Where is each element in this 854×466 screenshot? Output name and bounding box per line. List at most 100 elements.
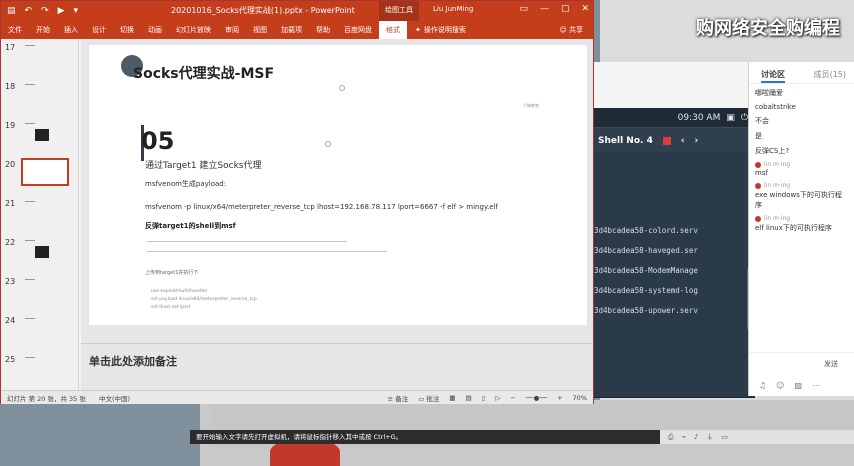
notes-divider[interactable]: [81, 343, 593, 344]
emoji-icon[interactable]: ☺: [776, 381, 784, 390]
tab-baidu[interactable]: 百度网盘: [337, 25, 379, 35]
tell-me-search[interactable]: ✦ 操作说明搜索: [415, 25, 466, 35]
tab-slideshow[interactable]: 幻灯片放映: [169, 25, 218, 35]
slide-thumb[interactable]: 21: [1, 195, 78, 234]
zoom-slider[interactable]: ──●──: [526, 394, 547, 402]
language-indicator[interactable]: 中文(中国): [99, 393, 319, 403]
image-icon[interactable]: ▨: [795, 381, 803, 390]
undo-icon[interactable]: ↶: [25, 6, 33, 16]
chat-message: lin m·ing elf linux下的可执行程序: [755, 215, 848, 233]
slide-thumb[interactable]: 18: [1, 78, 78, 117]
reading-view-icon[interactable]: ▯: [482, 394, 486, 402]
tab-home[interactable]: 开始: [29, 25, 57, 35]
title-bar: ▤ ↶ ↷ ▶ ▾ 20201016_Socks代理实战(1).pptx - P…: [1, 1, 593, 21]
slide-editor: Socks代理实战-MSF 千锋教育 05 通过Target1 建立Socks代…: [81, 39, 593, 390]
minimize-icon[interactable]: —: [540, 4, 549, 14]
code-line[interactable]: set payload linux/x64/meterpreter_revers…: [151, 297, 257, 302]
background-panel: [594, 62, 748, 108]
terminal-window[interactable]: 09:30 AM ▣ ⏻ Shell No. 4 ‹ › 3d4bcadea58…: [585, 108, 755, 398]
lock-icon[interactable]: ▣: [726, 113, 735, 123]
comment-icon: ▭: [418, 394, 425, 403]
slide-thumb-selected[interactable]: 20: [1, 156, 78, 195]
terminal-tab-title[interactable]: Shell No. 4: [598, 136, 653, 146]
chat-panel: 讨论区 成员(15) 哪啦踊爱 cobaltstrike 不会 是 反弹CS上?…: [748, 62, 854, 396]
comments-toggle[interactable]: ▭ 批注: [418, 393, 439, 403]
slide-thumb[interactable]: 24: [1, 312, 78, 351]
close-tab-icon[interactable]: [662, 136, 671, 145]
normal-view-icon[interactable]: ▦: [449, 394, 455, 402]
chat-tabs: 讨论区 成员(15): [749, 62, 854, 84]
tab-addins[interactable]: 加载项: [274, 25, 309, 35]
ribbon-display-icon[interactable]: ▭: [519, 4, 528, 14]
terminal-output[interactable]: 3d4bcadea58-colord.serv 3d4bcadea58-have…: [586, 153, 754, 321]
chat-user: lin m·ing: [755, 215, 848, 222]
redo-icon[interactable]: ↷: [41, 6, 49, 16]
code-line[interactable]: set lhost set lport: [151, 305, 191, 310]
tab-discussion[interactable]: 讨论区: [761, 69, 785, 83]
section-subtitle[interactable]: 通过Target1 建立Socks代理: [145, 158, 262, 171]
zoom-out-icon[interactable]: −: [510, 394, 515, 402]
slide-canvas[interactable]: Socks代理实战-MSF 千锋教育 05 通过Target1 建立Socks代…: [89, 45, 587, 325]
chat-message: lin m·ing msf: [755, 161, 848, 177]
chat-input-area[interactable]: 发送 ♫ ☺ ▨ ⋯: [749, 352, 854, 396]
user-name[interactable]: Liu JunMing: [433, 5, 473, 13]
share-button[interactable]: ☺ 共享: [559, 25, 583, 35]
tab-view[interactable]: 视图: [246, 25, 274, 35]
send-button[interactable]: 发送: [824, 359, 838, 369]
chevron-right-icon[interactable]: ›: [695, 136, 699, 146]
ribbon-tabs: 文件 开始 插入 设计 切换 动画 幻灯片放映 审阅 视图 加载项 帮助 百度网…: [1, 21, 593, 39]
tab-animations[interactable]: 动画: [141, 25, 169, 35]
customize-icon[interactable]: ▾: [74, 6, 79, 16]
slide-thumb[interactable]: 23: [1, 273, 78, 312]
close-icon[interactable]: ✕: [581, 4, 589, 14]
zoom-in-icon[interactable]: +: [557, 394, 562, 402]
tab-help[interactable]: 帮助: [309, 25, 337, 35]
terminal-line: 3d4bcadea58-systemd-log: [594, 286, 698, 295]
slideshow-icon[interactable]: ▷: [495, 394, 500, 402]
tab-members[interactable]: 成员(15): [814, 69, 846, 83]
tab-design[interactable]: 设计: [85, 25, 113, 35]
printer-icon[interactable]: ⎙: [668, 433, 674, 442]
faint-code-line: [147, 251, 387, 252]
power-icon[interactable]: ⏻: [741, 113, 748, 123]
slide-thumbnails: 17 18 19 20 21 22 23 24 25: [1, 39, 79, 390]
slide-thumb[interactable]: 25: [1, 351, 78, 390]
slide-text-line[interactable]: msfvenom生成payload:: [145, 179, 226, 189]
vm-notification: 要开始输入文字请先打开虚拟机，请将鼠标指针移入其中或按 Ctrl+G。: [190, 430, 660, 444]
tab-file[interactable]: 文件: [1, 25, 29, 35]
slide-bold-line[interactable]: 反弹target1的shell到msf: [145, 221, 236, 231]
more-icon[interactable]: ⋯: [812, 381, 820, 390]
sorter-view-icon[interactable]: ▤: [466, 394, 472, 402]
usb-icon[interactable]: ⏚: [706, 432, 713, 442]
notes-placeholder[interactable]: 单击此处添加备注: [89, 353, 177, 369]
save-icon[interactable]: ▤: [7, 6, 16, 16]
logo: 千锋教育: [523, 103, 539, 108]
tab-transitions[interactable]: 切换: [113, 25, 141, 35]
slide-title[interactable]: Socks代理实战-MSF: [133, 63, 274, 83]
tab-review[interactable]: 审阅: [218, 25, 246, 35]
maximize-icon[interactable]: ▢: [561, 4, 570, 14]
slide-thumb[interactable]: 17: [1, 39, 78, 78]
zoom-level[interactable]: 70%: [573, 394, 587, 402]
small-heading[interactable]: 上传到target1并执行下: [145, 269, 198, 276]
microphone-icon[interactable]: ♫: [759, 381, 766, 390]
person-icon: ☺: [559, 26, 567, 34]
slide-command-line[interactable]: msfvenom -p linux/x64/meterpreter_revers…: [145, 203, 498, 211]
volume-icon[interactable]: ♪: [694, 433, 698, 441]
avatar: [755, 182, 761, 189]
slide-thumb[interactable]: 22: [1, 234, 78, 273]
display-icon[interactable]: ▭: [721, 433, 728, 441]
chat-toolbar: ♫ ☺ ▨ ⋯: [759, 381, 820, 390]
network-icon[interactable]: ⌁: [682, 433, 686, 441]
chat-message: 反弹CS上?: [755, 147, 790, 155]
chat-message: 不会: [755, 117, 769, 125]
chat-messages: 哪啦踊爱 cobaltstrike 不会 是 反弹CS上? lin m·ing …: [749, 84, 854, 242]
code-line[interactable]: use exploit/multi/handler: [151, 289, 207, 294]
section-number[interactable]: 05: [141, 127, 174, 155]
chevron-left-icon[interactable]: ‹: [681, 136, 685, 146]
slide-thumb[interactable]: 19: [1, 117, 78, 156]
tab-format[interactable]: 格式: [379, 21, 407, 39]
notes-toggle[interactable]: ≡ 备注: [388, 393, 409, 403]
tab-insert[interactable]: 插入: [57, 25, 85, 35]
present-icon[interactable]: ▶: [58, 6, 65, 16]
